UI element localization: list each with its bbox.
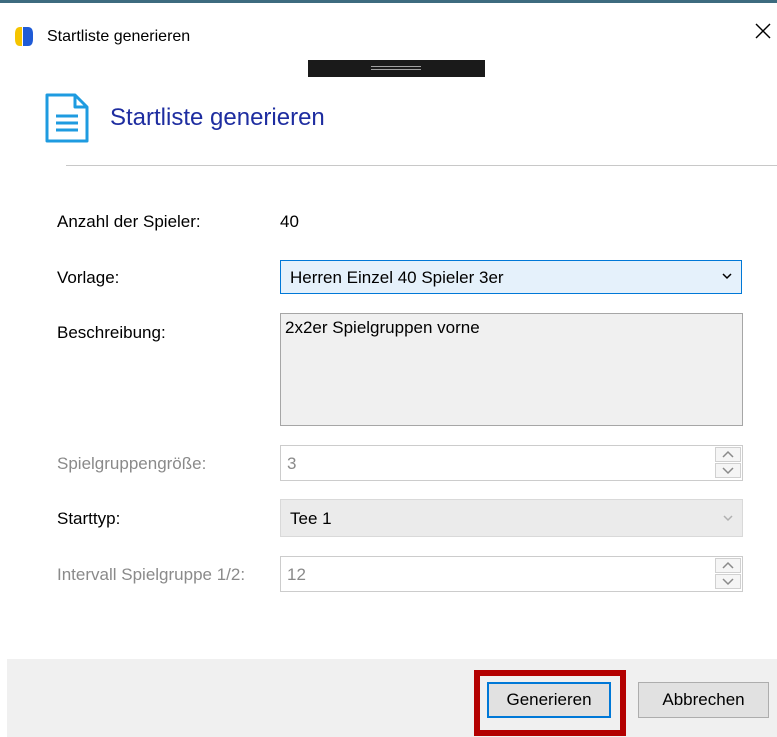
template-select-value: Herren Einzel 40 Spieler 3er: [290, 268, 504, 287]
start-type-select[interactable]: Tee 1: [280, 499, 743, 537]
group-size-label: Spielgruppengröße:: [57, 454, 207, 473]
spin-up-button[interactable]: [715, 447, 741, 462]
window-title: Startliste generieren: [47, 28, 191, 45]
drag-handle[interactable]: [308, 60, 485, 77]
group-size-spinner: [715, 447, 741, 479]
group-size-value: 3: [287, 454, 297, 473]
template-select[interactable]: Herren Einzel 40 Spieler 3er: [280, 260, 742, 294]
template-label: Vorlage:: [57, 268, 120, 287]
player-count-value: 40: [280, 212, 299, 231]
close-icon[interactable]: [750, 18, 776, 44]
interval-value: 12: [287, 565, 306, 584]
description-textarea[interactable]: 2x2er Spielgruppen vorne: [280, 313, 743, 426]
chevron-down-icon: [722, 578, 734, 586]
description-label: Beschreibung:: [57, 323, 166, 342]
chevron-down-icon: [722, 273, 732, 280]
description-value: 2x2er Spielgruppen vorne: [285, 318, 480, 337]
chevron-down-icon: [722, 467, 734, 475]
title-bar[interactable]: Startliste generieren: [0, 3, 777, 46]
interval-stepper[interactable]: 12: [280, 556, 743, 592]
start-type-label: Starttyp:: [57, 509, 121, 528]
group-size-stepper[interactable]: 3: [280, 445, 743, 481]
spin-up-button[interactable]: [715, 558, 741, 573]
player-count-label: Anzahl der Spieler:: [57, 212, 201, 231]
chevron-up-icon: [722, 561, 734, 569]
chevron-up-icon: [722, 450, 734, 458]
generate-button[interactable]: Generieren: [487, 682, 611, 718]
cancel-button[interactable]: Abbrechen: [638, 682, 769, 718]
document-icon: [45, 93, 89, 143]
interval-spinner: [715, 558, 741, 590]
spin-down-button[interactable]: [715, 463, 741, 478]
page-title: Startliste generieren: [110, 104, 325, 131]
app-icon: [15, 27, 33, 46]
header-divider: [66, 165, 777, 166]
chevron-down-icon: [723, 515, 733, 522]
start-type-value: Tee 1: [290, 509, 332, 528]
spin-down-button[interactable]: [715, 574, 741, 589]
interval-label: Intervall Spielgruppe 1/2:: [57, 565, 246, 584]
